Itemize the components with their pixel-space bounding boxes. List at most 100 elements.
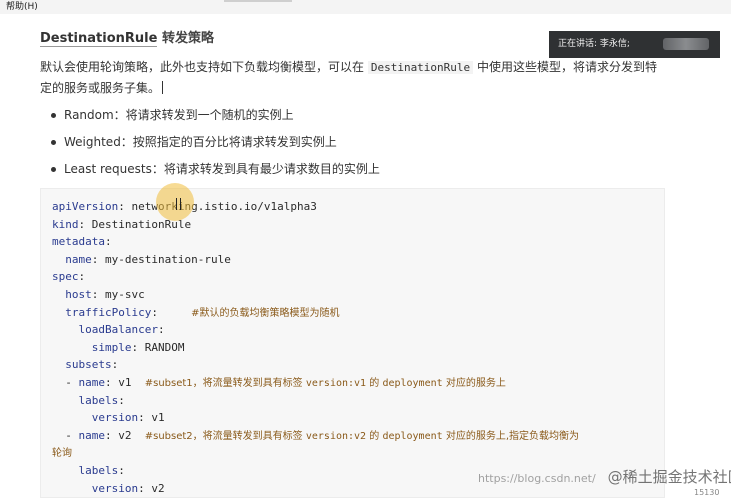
code-line: labels: (52, 392, 664, 410)
code-line: kind: DestinationRule (52, 216, 664, 234)
code-comment: 对应的服务上 (442, 377, 506, 389)
code-value: : my-svc (91, 287, 145, 301)
code-key: kind (52, 217, 79, 231)
code-line: version: v1 (52, 409, 664, 427)
code-comment: 的 (366, 430, 383, 442)
para-text-1: 默认会使用轮询策略，此外也支持如下负载均衡模型，可以在 (40, 60, 368, 74)
code-value: : (151, 305, 192, 319)
code-line: - name: v2 #subset2，将流量转发到具有标签 version:v… (52, 427, 664, 445)
code-value: : v2 (138, 481, 165, 495)
code-key: simple (91, 340, 132, 354)
code-line: host: my-svc (52, 286, 664, 304)
code-key: subsets (65, 358, 112, 372)
code-key: name (78, 428, 106, 442)
bullet-dot (51, 113, 56, 118)
bullet-dot (51, 167, 56, 172)
list-item: Least requests：将请求转发到具有最少请求数目的实例上 (40, 160, 660, 187)
list-item: Random：将请求转发到一个随机的实例上 (40, 106, 660, 133)
code-key: name (78, 375, 106, 389)
menu-bar: 帮助(H) (0, 0, 731, 14)
yaml-code-block[interactable]: apiVersion: networking.istio.io/v1alpha3… (40, 188, 665, 498)
code-key: host (65, 287, 92, 301)
lb-model-list: Random：将请求转发到一个随机的实例上 Weighted：按照指定的百分比将… (40, 106, 660, 187)
code-line: metadata: (52, 233, 664, 251)
code-indent: - (52, 428, 79, 442)
code-key: loadBalancer (78, 323, 158, 337)
speaker-label: 正在讲话: 李永信; (558, 39, 630, 49)
code-key: labels (78, 393, 119, 407)
menu-help[interactable]: 帮助(H) (6, 2, 38, 12)
watermark: https://blog.csdn.net/ @稀土掘金技术社区 (478, 466, 731, 487)
code-key: trafficPolicy (65, 305, 152, 319)
code-line: name: my-destination-rule (52, 251, 664, 269)
top-divider (224, 0, 292, 2)
code-value: : v1 (138, 411, 165, 425)
heading-suffix: 转发策略 (157, 31, 214, 46)
code-line: - name: v1 #subset1，将流量转发到具有标签 version:v… (52, 374, 664, 392)
code-indent: - (52, 375, 79, 389)
code-value: : my-destination-rule (91, 252, 231, 266)
code-comment: 对应的服务上,指定负载均衡为 (442, 430, 580, 442)
code-comment: #默认的负载均衡策略模型为随机 (191, 307, 340, 319)
watermark-brand: @稀土掘金技术社区 (607, 468, 731, 486)
screen: 帮助(H) DestinationRule 转发策略 默认会使用轮询策略，此外也… (0, 0, 731, 498)
text-caret (162, 81, 164, 94)
code-comment: deployment (382, 377, 443, 389)
code-key: apiVersion (52, 200, 119, 213)
blurred-avatar (663, 38, 709, 50)
code-comment: 轮询 (52, 448, 72, 460)
corner-number: 15130 (694, 488, 720, 497)
code-line: spec: (52, 268, 664, 286)
code-key: name (65, 252, 92, 266)
code-value: : RANDOM (131, 340, 185, 354)
code-value: : v1 (105, 375, 145, 389)
code-value: : (157, 323, 165, 337)
code-value: : (78, 270, 86, 284)
bullet-dot (51, 140, 56, 145)
code-line: simple: RANDOM (52, 339, 664, 357)
code-key: version (91, 411, 139, 425)
code-value: : (118, 393, 125, 407)
speaking-indicator: 正在讲话: 李永信; (549, 31, 720, 58)
code-comment: deployment (382, 430, 443, 442)
code-comment: #subset1，将流量转发到具有标签 (144, 377, 306, 389)
heading-code-word: DestinationRule (40, 31, 158, 47)
code-key: version (91, 481, 139, 495)
section-heading: DestinationRule 转发策略 (40, 27, 214, 47)
code-line: loadBalancer: (52, 321, 664, 339)
inline-code: DestinationRule (367, 61, 474, 74)
code-value: : (104, 235, 112, 249)
mouse-highlight (156, 183, 194, 221)
code-value: : (118, 463, 125, 477)
ibeam-cursor-icon (176, 198, 181, 210)
code-value: : networking.istio.io/v1alpha3 (118, 200, 317, 213)
code-line: subsets: (52, 356, 664, 374)
list-item: Weighted：按照指定的百分比将请求转发到实例上 (40, 133, 660, 160)
code-key: metadata (52, 235, 105, 249)
code-key: labels (78, 463, 119, 477)
code-line: 轮询 (52, 444, 664, 462)
code-line: trafficPolicy: #默认的负载均衡策略模型为随机 (52, 304, 664, 322)
code-key: spec (52, 270, 79, 284)
code-comment: version:v1 (305, 377, 367, 389)
code-comment: 的 (366, 377, 383, 389)
code-value: : v2 (105, 428, 145, 442)
code-comment: #subset2，将流量转发到具有标签 (144, 430, 306, 442)
list-item-text: Random：将请求转发到一个随机的实例上 (64, 108, 294, 122)
list-item-text: Weighted：按照指定的百分比将请求转发到实例上 (64, 135, 337, 149)
code-line: apiVersion: networking.istio.io/v1alpha3 (52, 198, 664, 216)
code-comment: version:v2 (305, 430, 367, 442)
list-item-text: Least requests：将请求转发到具有最少请求数目的实例上 (64, 162, 380, 176)
code-value: : (111, 358, 119, 372)
intro-paragraph: 默认会使用轮询策略，此外也支持如下负载均衡模型，可以在 DestinationR… (40, 57, 660, 98)
